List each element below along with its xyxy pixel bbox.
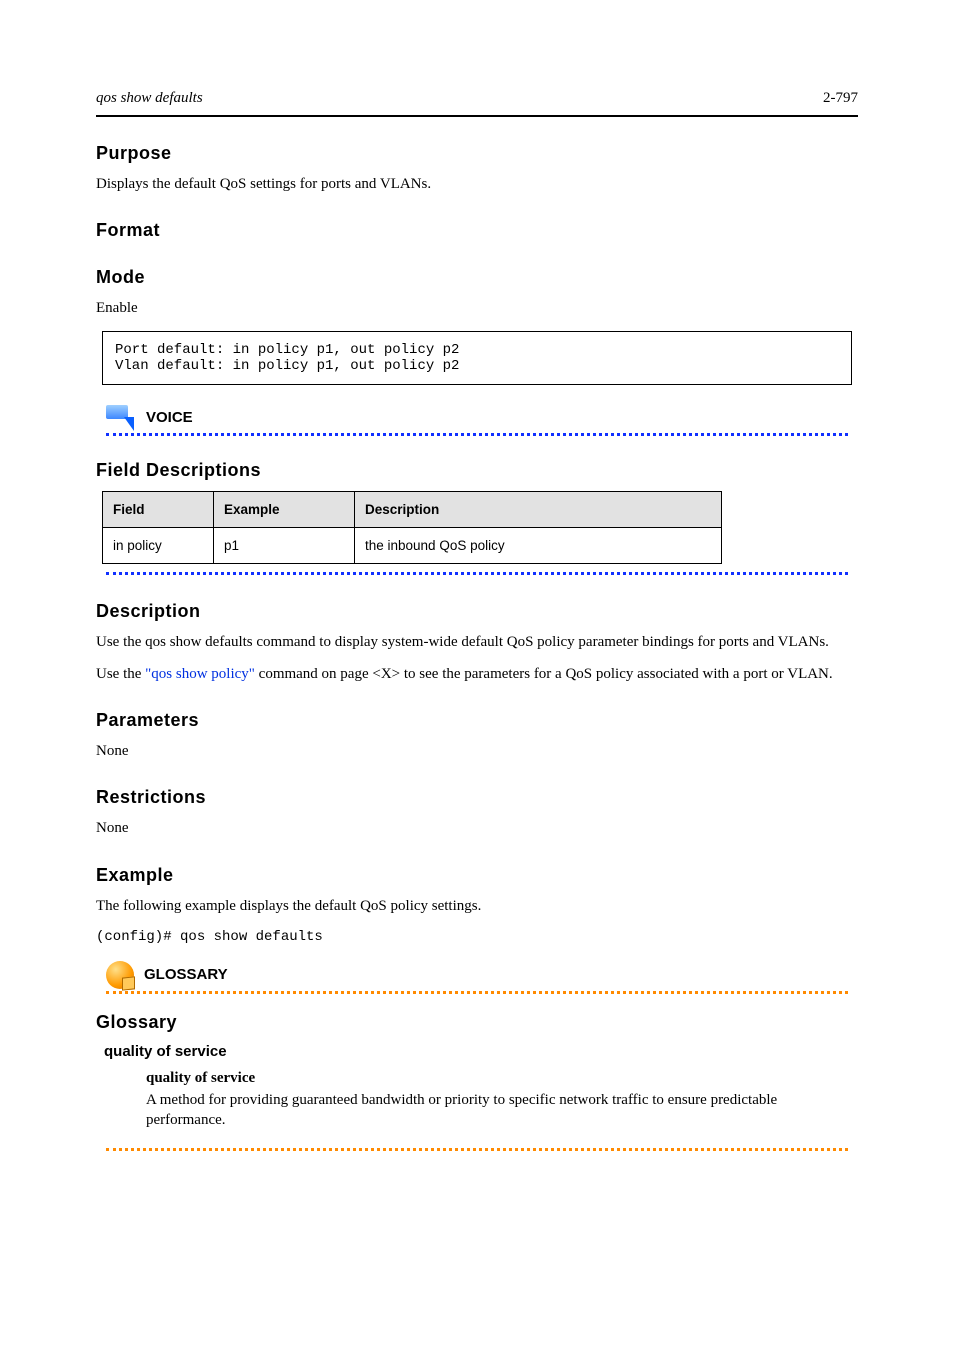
section-parameters-text: None [96,741,858,761]
crossref-cont: command on page <X> to see the parameter… [259,666,833,682]
voice-label: VOICE [146,409,193,426]
section-glossary-heading: Glossary [96,1012,858,1033]
section-restrictions-text: None [96,818,858,838]
crossref-link[interactable]: "qos show policy" [145,666,255,682]
section-field-desc-heading: Field Descriptions [96,460,858,481]
section-purpose-heading: Purpose [96,143,858,164]
crossref-prefix: Use the [96,666,145,682]
header-rule [96,115,858,117]
section-description-heading: Description [96,601,858,622]
header-title: qos show defaults [96,90,203,107]
voice-callout: VOICE [106,405,858,431]
dotted-rule-blue-bottom [106,572,848,575]
crossref: Use the "qos show policy" command on pag… [96,664,858,684]
section-mode-text: Enable [96,298,858,318]
glossary-overview: quality of service [104,1043,858,1060]
globe-icon [106,961,134,989]
page: qos show defaults 2-797 Purpose Displays… [0,0,954,1350]
th-example: Example [214,491,355,527]
glossary-callout: GLOSSARY [106,961,858,989]
td-example: p1 [214,527,355,563]
field-desc-table: Field Example Description in policy p1 t… [102,491,722,564]
example-prompt: (config)# qos show defaults [96,928,858,947]
td-field: in policy [103,527,214,563]
glossary-label: GLOSSARY [144,966,228,983]
section-format-heading: Format [96,220,858,241]
voice-icon [106,405,136,431]
th-field: Field [103,491,214,527]
th-description: Description [355,491,722,527]
dotted-rule-orange-bottom [106,1148,848,1151]
glossary-entry: quality of service A method for providin… [146,1068,858,1131]
td-description: the inbound QoS policy [355,527,722,563]
dotted-rule-orange-top [106,991,848,994]
page-header: qos show defaults 2-797 [96,90,858,107]
glossary-def: A method for providing guaranteed bandwi… [146,1092,777,1128]
table-header-row: Field Example Description [103,491,722,527]
table-row: in policy p1 the inbound QoS policy [103,527,722,563]
section-restrictions-heading: Restrictions [96,787,858,808]
example-lead: The following example displays the defau… [96,896,858,916]
example-output: Port default: in policy p1, out policy p… [102,331,852,385]
section-description-text: Use the qos show defaults command to dis… [96,632,858,652]
dotted-rule-blue-top [106,433,848,436]
header-page-number: 2-797 [823,90,858,107]
glossary-term: quality of service [146,1068,858,1088]
section-parameters-heading: Parameters [96,710,858,731]
section-purpose-text: Displays the default QoS settings for po… [96,174,858,194]
section-example-heading: Example [96,865,858,886]
section-mode-heading: Mode [96,267,858,288]
